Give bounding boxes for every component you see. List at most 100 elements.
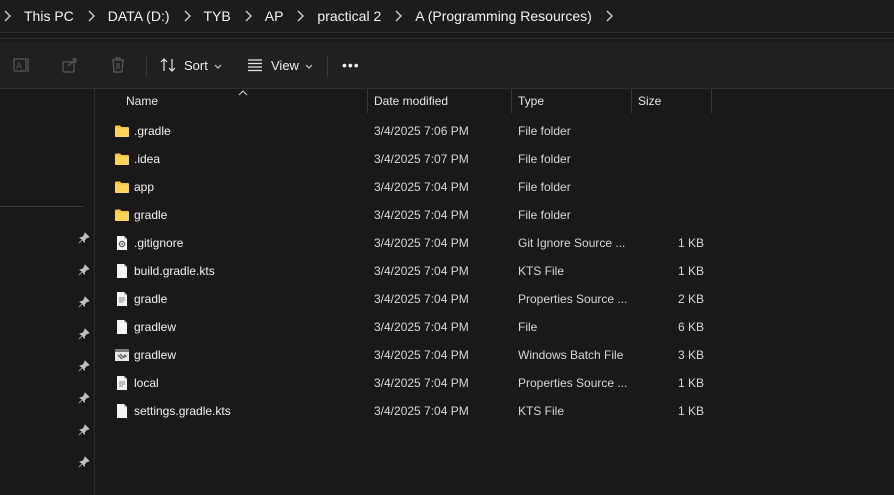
file-row[interactable]: build.gradle.kts 3/4/2025 7:04 PM KTS File… [96, 257, 894, 285]
file-type: KTS File [518, 264, 565, 278]
file-row[interactable]: app 3/4/2025 7:04 PM File folder [96, 173, 894, 201]
file-date-modified: 3/4/2025 7:04 PM [374, 208, 469, 222]
file-name: settings.gradle.kts [134, 404, 231, 418]
batch-file-icon [114, 347, 130, 363]
file-name: gradlew [134, 320, 177, 334]
file-type: Windows Batch File [518, 348, 624, 362]
breadcrumb-item-this-pc[interactable]: This PC [0, 8, 74, 24]
chevron-right-icon[interactable] [241, 10, 255, 22]
file-type: File folder [518, 180, 571, 194]
breadcrumb-item-data-drive[interactable]: DATA (D:) [74, 8, 170, 24]
column-header-name[interactable]: Name [126, 89, 158, 113]
delete-icon[interactable] [108, 55, 128, 75]
breadcrumb-item-ap[interactable]: AP [231, 8, 284, 24]
file-icon [114, 319, 130, 335]
folder-icon [114, 179, 130, 195]
file-icon [114, 403, 130, 419]
pin-icon[interactable] [78, 392, 90, 404]
file-name: gradlew [134, 348, 177, 362]
file-date-modified: 3/4/2025 7:04 PM [374, 404, 469, 418]
folder-icon [114, 151, 130, 167]
file-size: 3 KB [677, 348, 704, 362]
breadcrumb-item-tyb[interactable]: TYB [170, 8, 231, 24]
chevron-right-icon[interactable] [180, 10, 194, 22]
navigation-pane [0, 89, 95, 495]
sort-button[interactable]: Sort [160, 53, 222, 77]
text-file-icon [114, 375, 130, 391]
file-size: 1 KB [677, 236, 704, 250]
file-row[interactable]: .gitignore 3/4/2025 7:04 PM Git Ignore Sou… [96, 229, 894, 257]
pin-icon[interactable] [78, 360, 90, 372]
file-row[interactable]: settings.gradle.kts 3/4/2025 7:04 PM KTS F… [96, 397, 894, 425]
share-icon[interactable] [60, 55, 80, 75]
file-name: .gradle [134, 124, 171, 138]
column-resize-handle[interactable] [511, 89, 512, 113]
pin-icon[interactable] [78, 328, 90, 340]
file-name: gradle [134, 292, 168, 306]
breadcrumb-item-practical-2[interactable]: practical 2 [283, 8, 381, 24]
file-row[interactable]: gradle 3/4/2025 7:04 PM File folder [96, 201, 894, 229]
file-row[interactable]: .idea 3/4/2025 7:07 PM File folder [96, 145, 894, 173]
file-date-modified: 3/4/2025 7:04 PM [374, 320, 469, 334]
chevron-right-icon[interactable] [602, 10, 616, 22]
pin-icon[interactable] [78, 424, 90, 436]
svg-text:A: A [16, 62, 23, 72]
column-resize-handle[interactable] [631, 89, 632, 113]
file-date-modified: 3/4/2025 7:04 PM [374, 292, 469, 306]
file-row[interactable]: .gradle 3/4/2025 7:06 PM File folder [96, 117, 894, 145]
settings-file-icon [114, 235, 130, 251]
column-resize-handle[interactable] [711, 89, 712, 113]
breadcrumb-label[interactable]: TYB [204, 8, 231, 24]
file-type: File [518, 320, 538, 334]
breadcrumb-label[interactable]: DATA (D:) [108, 8, 170, 24]
breadcrumb-label[interactable]: This PC [24, 8, 74, 24]
text-file-icon [114, 291, 130, 307]
file-type: KTS File [518, 404, 565, 418]
sort-icon [160, 57, 176, 73]
file-size: 6 KB [677, 320, 704, 334]
rename-icon[interactable]: A [12, 55, 32, 75]
toolbar-divider [146, 55, 147, 77]
breadcrumb-label[interactable]: AP [265, 8, 284, 24]
chevron-right-icon[interactable] [391, 10, 405, 22]
view-label: View [271, 57, 299, 73]
file-type: Git Ignore Source ... [518, 236, 626, 250]
pin-icon[interactable] [78, 232, 90, 244]
file-icon [114, 263, 130, 279]
column-header-date-modified[interactable]: Date modified [374, 89, 448, 113]
file-date-modified: 3/4/2025 7:04 PM [374, 264, 469, 278]
breadcrumb: This PC DATA (D:) TYB AP practical 2 A (… [0, 0, 894, 33]
pin-icon[interactable] [78, 296, 90, 308]
file-row[interactable]: gradlew 3/4/2025 7:04 PM Windows Batch Fil… [96, 341, 894, 369]
file-date-modified: 3/4/2025 7:04 PM [374, 236, 469, 250]
chevron-right-icon[interactable] [0, 10, 14, 22]
folder-icon [114, 207, 130, 223]
breadcrumb-label[interactable]: A (Programming Resources) [415, 8, 592, 24]
file-type: Properties Source ... [518, 376, 628, 390]
chevron-right-icon[interactable] [84, 10, 98, 22]
file-name: local [134, 376, 159, 390]
toolbar-divider [327, 55, 328, 77]
column-header-size[interactable]: Size [638, 89, 661, 113]
file-row[interactable]: local 3/4/2025 7:04 PM Properties Source .… [96, 369, 894, 397]
more-options-button[interactable]: ••• [342, 53, 360, 77]
file-date-modified: 3/4/2025 7:04 PM [374, 348, 469, 362]
column-header-type[interactable]: Type [518, 89, 544, 113]
file-name: .idea [134, 152, 161, 166]
file-date-modified: 3/4/2025 7:04 PM [374, 376, 469, 390]
chevron-right-icon[interactable] [293, 10, 307, 22]
breadcrumb-label[interactable]: practical 2 [317, 8, 381, 24]
file-size: 2 KB [677, 292, 704, 306]
pin-icon[interactable] [78, 264, 90, 276]
pin-icon[interactable] [78, 456, 90, 468]
file-name: app [134, 180, 155, 194]
breadcrumb-item-current-folder[interactable]: A (Programming Resources) [381, 8, 626, 24]
file-row[interactable]: gradle 3/4/2025 7:04 PM Properties Source … [96, 285, 894, 313]
more-options-icon: ••• [342, 57, 360, 73]
folder-icon [114, 123, 130, 139]
chevron-down-icon [305, 58, 313, 73]
view-button[interactable]: View [247, 53, 313, 77]
file-row[interactable]: gradlew 3/4/2025 7:04 PM File 6 KB [96, 313, 894, 341]
column-resize-handle[interactable] [367, 89, 368, 113]
file-type: File folder [518, 152, 571, 166]
